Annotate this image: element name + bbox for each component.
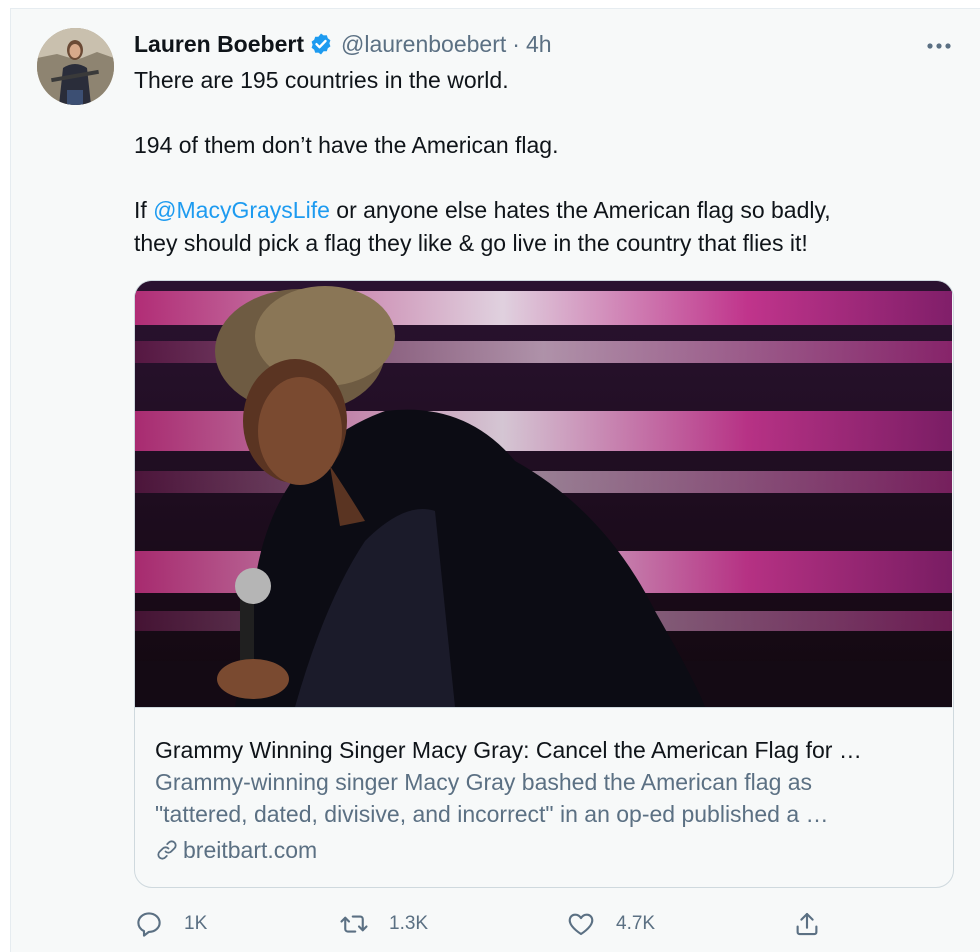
link-preview-card[interactable]: Grammy Winning Singer Macy Gray: Cancel … bbox=[134, 280, 954, 888]
tweet-timestamp[interactable]: 4h bbox=[526, 31, 552, 58]
like-button[interactable]: 4.7K bbox=[566, 906, 655, 942]
more-options-icon[interactable] bbox=[924, 32, 954, 60]
like-count: 4.7K bbox=[616, 913, 656, 934]
card-domain[interactable]: breitbart.com bbox=[155, 834, 932, 866]
link-icon bbox=[157, 840, 177, 860]
heart-icon bbox=[568, 913, 594, 936]
card-body[interactable]: Grammy Winning Singer Macy Gray: Cancel … bbox=[135, 707, 952, 887]
card-title[interactable]: Grammy Winning Singer Macy Gray: Cancel … bbox=[155, 734, 932, 766]
retweet-icon bbox=[340, 915, 368, 933]
share-button[interactable] bbox=[792, 906, 842, 942]
share-icon bbox=[796, 912, 818, 936]
card-description: Grammy-winning singer Macy Gray bashed t… bbox=[155, 769, 813, 795]
tweet-actions: 1K 1.3K 4.7K bbox=[134, 906, 834, 942]
card-description: "tattered, dated, divisive, and incorrec… bbox=[155, 801, 829, 827]
reply-count: 1K bbox=[184, 913, 208, 934]
separator-dot: · bbox=[512, 30, 520, 57]
tweet-line: There are 195 countries in the world. bbox=[134, 67, 509, 93]
retweet-button[interactable]: 1.3K bbox=[339, 906, 428, 942]
tweet-text: There are 195 countries in the world. 19… bbox=[134, 64, 934, 259]
reply-icon bbox=[137, 912, 161, 937]
reply-button[interactable]: 1K bbox=[134, 906, 207, 942]
tweet-line-prefix: If bbox=[134, 197, 154, 223]
user-handle[interactable]: @laurenboebert bbox=[341, 31, 506, 58]
retweet-count: 1.3K bbox=[389, 913, 429, 934]
tweet-line-suffix: or anyone else hates the American flag s… bbox=[329, 197, 831, 223]
display-name[interactable]: Lauren Boebert bbox=[134, 31, 304, 58]
tweet-line: 194 of them don’t have the American flag… bbox=[134, 132, 559, 158]
card-image[interactable] bbox=[135, 281, 952, 707]
verified-badge-icon bbox=[309, 32, 333, 56]
tweet-line: If @MacyGraysLife or anyone else hates t… bbox=[134, 194, 934, 227]
tweet-header: Lauren Boebert @laurenboebert · 4h bbox=[134, 30, 552, 58]
mention-link[interactable]: @MacyGraysLife bbox=[153, 197, 330, 223]
card-domain-text[interactable]: breitbart.com bbox=[183, 834, 317, 866]
user-avatar[interactable] bbox=[37, 28, 114, 105]
tweet-line: they should pick a flag they like & go l… bbox=[134, 229, 808, 256]
